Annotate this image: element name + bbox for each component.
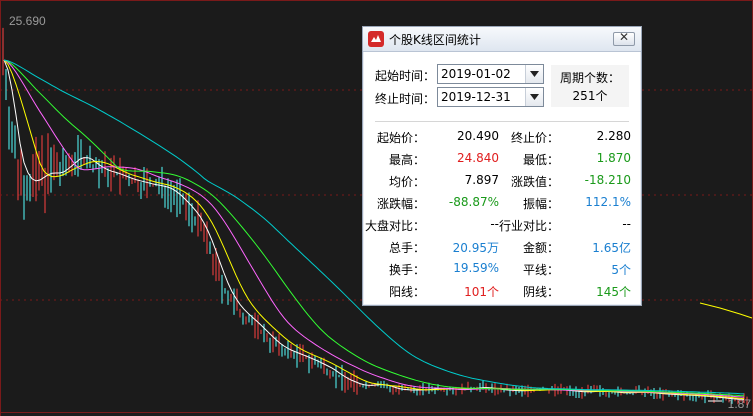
start-time-dropdown[interactable]: 2019-01-02 (437, 64, 544, 84)
close-icon: ✕ (618, 30, 630, 44)
period-count-value: 251个 (572, 89, 608, 103)
pct-change-value: -88.87% (448, 195, 499, 209)
down-candles-label: 阴线： (522, 285, 559, 299)
down-candles-value: 145个 (596, 285, 631, 299)
change-value: -18.210 (584, 173, 631, 187)
flat-candles-label: 平线： (522, 263, 559, 277)
period-count-box: 周期个数： 251个 (551, 65, 629, 107)
low-value: 1.870 (596, 151, 631, 165)
close-button[interactable]: ✕ (613, 30, 635, 46)
end-price-label: 终止价： (510, 131, 559, 145)
dialog-title: 个股K线区间统计 (389, 33, 481, 47)
volume-label: 总手： (388, 241, 425, 255)
avg-label: 均价： (388, 175, 425, 189)
start-price-label: 起始价： (376, 131, 425, 145)
turnover-label: 换手： (388, 263, 425, 277)
min-price-label: 1.87 (727, 397, 751, 411)
max-price-label: 25.690 (9, 14, 46, 28)
app-logo-icon (368, 31, 384, 47)
turnover-value: 19.59% (453, 261, 499, 275)
start-time-value: 2019-01-02 (441, 67, 511, 81)
separator (375, 121, 629, 122)
low-label: 最低： (522, 153, 559, 167)
end-time-dropdown[interactable]: 2019-12-31 (437, 87, 544, 107)
up-candles-label: 阳线： (388, 285, 425, 299)
amount-value: 1.65亿 (592, 241, 631, 255)
amplitude-value: 112.1% (585, 195, 631, 209)
start-time-label: 起始时间： (375, 69, 436, 83)
end-price-value: 2.280 (596, 129, 631, 143)
chevron-down-icon[interactable] (525, 65, 543, 83)
end-time-label: 终止时间： (375, 92, 436, 106)
change-label: 涨跌值： (510, 175, 559, 189)
market-compare-value: -- (490, 217, 499, 231)
high-value: 24.840 (457, 151, 499, 165)
up-candles-value: 101个 (464, 285, 499, 299)
chevron-down-icon[interactable] (525, 88, 543, 106)
start-price-value: 20.490 (457, 129, 499, 143)
ma10-tail-line (699, 302, 753, 319)
industry-compare-label: 行业对比： (499, 219, 560, 233)
amount-label: 金额： (522, 241, 559, 255)
end-time-value: 2019-12-31 (441, 90, 511, 104)
pct-change-label: 涨跌幅： (376, 197, 425, 211)
volume-value: 20.95万 (452, 241, 499, 255)
amplitude-label: 振幅： (522, 197, 559, 211)
industry-compare-value: -- (622, 217, 631, 231)
dialog-titlebar[interactable]: 个股K线区间统计 ✕ (363, 27, 641, 52)
interval-stats-dialog[interactable]: 个股K线区间统计 ✕ 起始时间： 2019-01-02 终止时间： 2019-1… (362, 26, 642, 306)
high-label: 最高： (388, 153, 425, 167)
avg-value: 7.897 (464, 173, 499, 187)
period-count-label: 周期个数： (559, 71, 620, 85)
market-compare-label: 大盘对比： (365, 219, 426, 233)
flat-candles-value: 5个 (611, 263, 631, 277)
